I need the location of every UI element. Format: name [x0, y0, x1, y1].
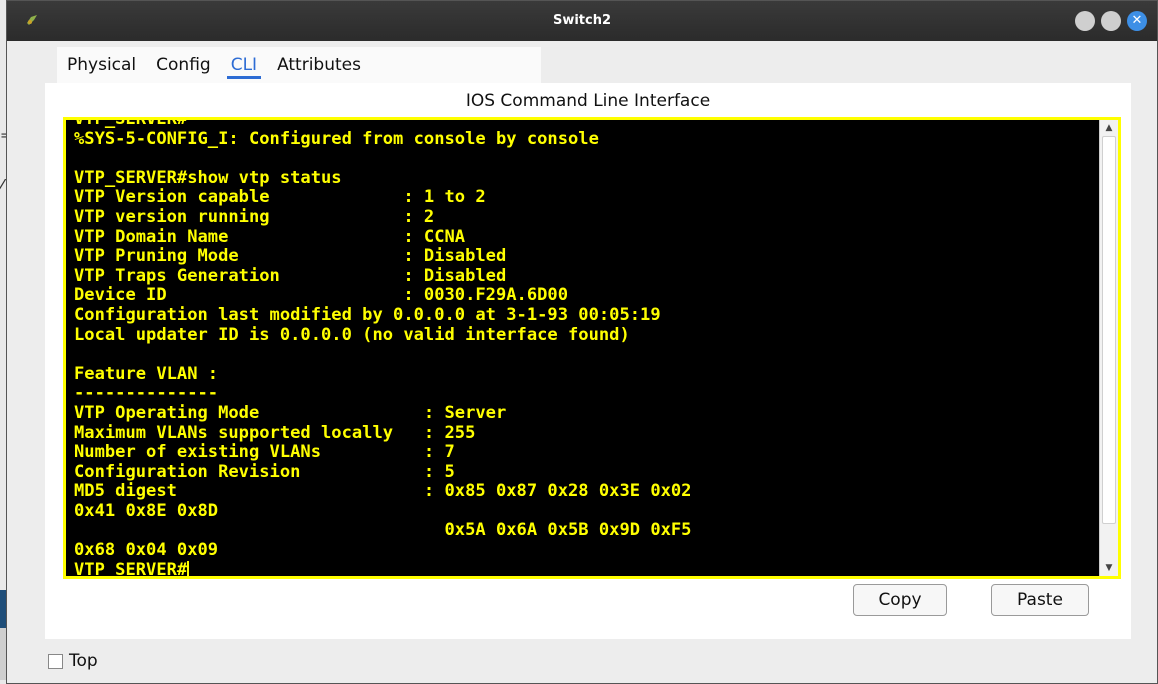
tab-config[interactable]: Config [146, 47, 221, 83]
terminal-line: Number of existing VLANs : 7 [74, 442, 455, 463]
close-button[interactable]: ✕ [1127, 11, 1147, 31]
background-text-fragment: ⁄ [0, 176, 4, 197]
terminal-line: -------------- [74, 383, 219, 404]
terminal-line: VTP Pruning Mode : Disabled [74, 246, 507, 267]
paste-button[interactable]: Paste [991, 584, 1089, 616]
terminal-line: Configuration last modified by 0.0.0.0 a… [74, 304, 661, 325]
terminal-scrollbar[interactable]: ▲ ▼ [1099, 120, 1118, 576]
top-option: Top [48, 651, 98, 671]
terminal-prompt: VTP_SERVER# [74, 559, 188, 579]
terminal-line: VTP Version capable : 1 to 2 [74, 187, 486, 208]
panel-title: IOS Command Line Interface [465, 91, 711, 111]
top-label: Top [69, 651, 98, 671]
window-title: Switch2 [552, 13, 612, 28]
terminal-line: Feature VLAN : [74, 363, 219, 384]
terminal-line: Configuration Revision : 5 [74, 461, 455, 482]
minimize-button[interactable] [1075, 11, 1095, 31]
terminal-line: VTP version running : 2 [74, 206, 435, 227]
tab-attributes[interactable]: Attributes [267, 47, 371, 83]
terminal-line: VTP_SERVER# [74, 117, 188, 129]
tab-physical[interactable]: Physical [57, 47, 146, 83]
cli-terminal[interactable]: VTP_SERVER# %SYS-5-CONFIG_I: Configured … [63, 117, 1121, 579]
terminal-line: Maximum VLANs supported locally : 255 [74, 422, 476, 443]
tab-bar: Physical Config CLI Attributes [57, 47, 541, 83]
terminal-output: VTP_SERVER# %SYS-5-CONFIG_I: Configured … [74, 117, 692, 579]
terminal-line: VTP_SERVER#show vtp status [74, 167, 342, 188]
top-checkbox[interactable] [48, 653, 63, 669]
copy-button[interactable]: Copy [853, 584, 947, 616]
terminal-line: Device ID : 0030.F29A.6D00 [74, 285, 568, 306]
terminal-line: VTP Domain Name : CCNA [74, 226, 466, 247]
cli-panel: IOS Command Line Interface VTP_SERVER# %… [45, 83, 1131, 639]
maximize-button[interactable] [1101, 11, 1121, 31]
terminal-line: MD5 digest : 0x85 0x87 0x28 0x3E 0x02 [74, 481, 692, 502]
scroll-down-icon[interactable]: ▼ [1100, 560, 1118, 576]
tab-cli[interactable]: CLI [221, 47, 267, 83]
title-bar[interactable]: Switch2 ✕ [7, 1, 1157, 41]
switch-window: Switch2 ✕ Physical Config CLI Attributes… [6, 0, 1158, 684]
terminal-line: 0x68 0x04 0x09 [74, 540, 219, 561]
terminal-line: VTP Operating Mode : Server [74, 402, 507, 423]
terminal-line: 0x5A 0x6A 0x5B 0x9D 0xF5 [74, 520, 692, 541]
text-cursor [187, 560, 190, 576]
terminal-line: 0x41 0x8E 0x8D [74, 500, 219, 521]
scroll-up-icon[interactable]: ▲ [1100, 120, 1118, 136]
close-icon: ✕ [1131, 13, 1143, 28]
terminal-line: Local updater ID is 0.0.0.0 (no valid in… [74, 324, 630, 345]
terminal-line: VTP Traps Generation : Disabled [74, 265, 507, 286]
scrollbar-thumb[interactable] [1102, 136, 1116, 524]
terminal-line: %SYS-5-CONFIG_I: Configured from console… [74, 128, 599, 149]
